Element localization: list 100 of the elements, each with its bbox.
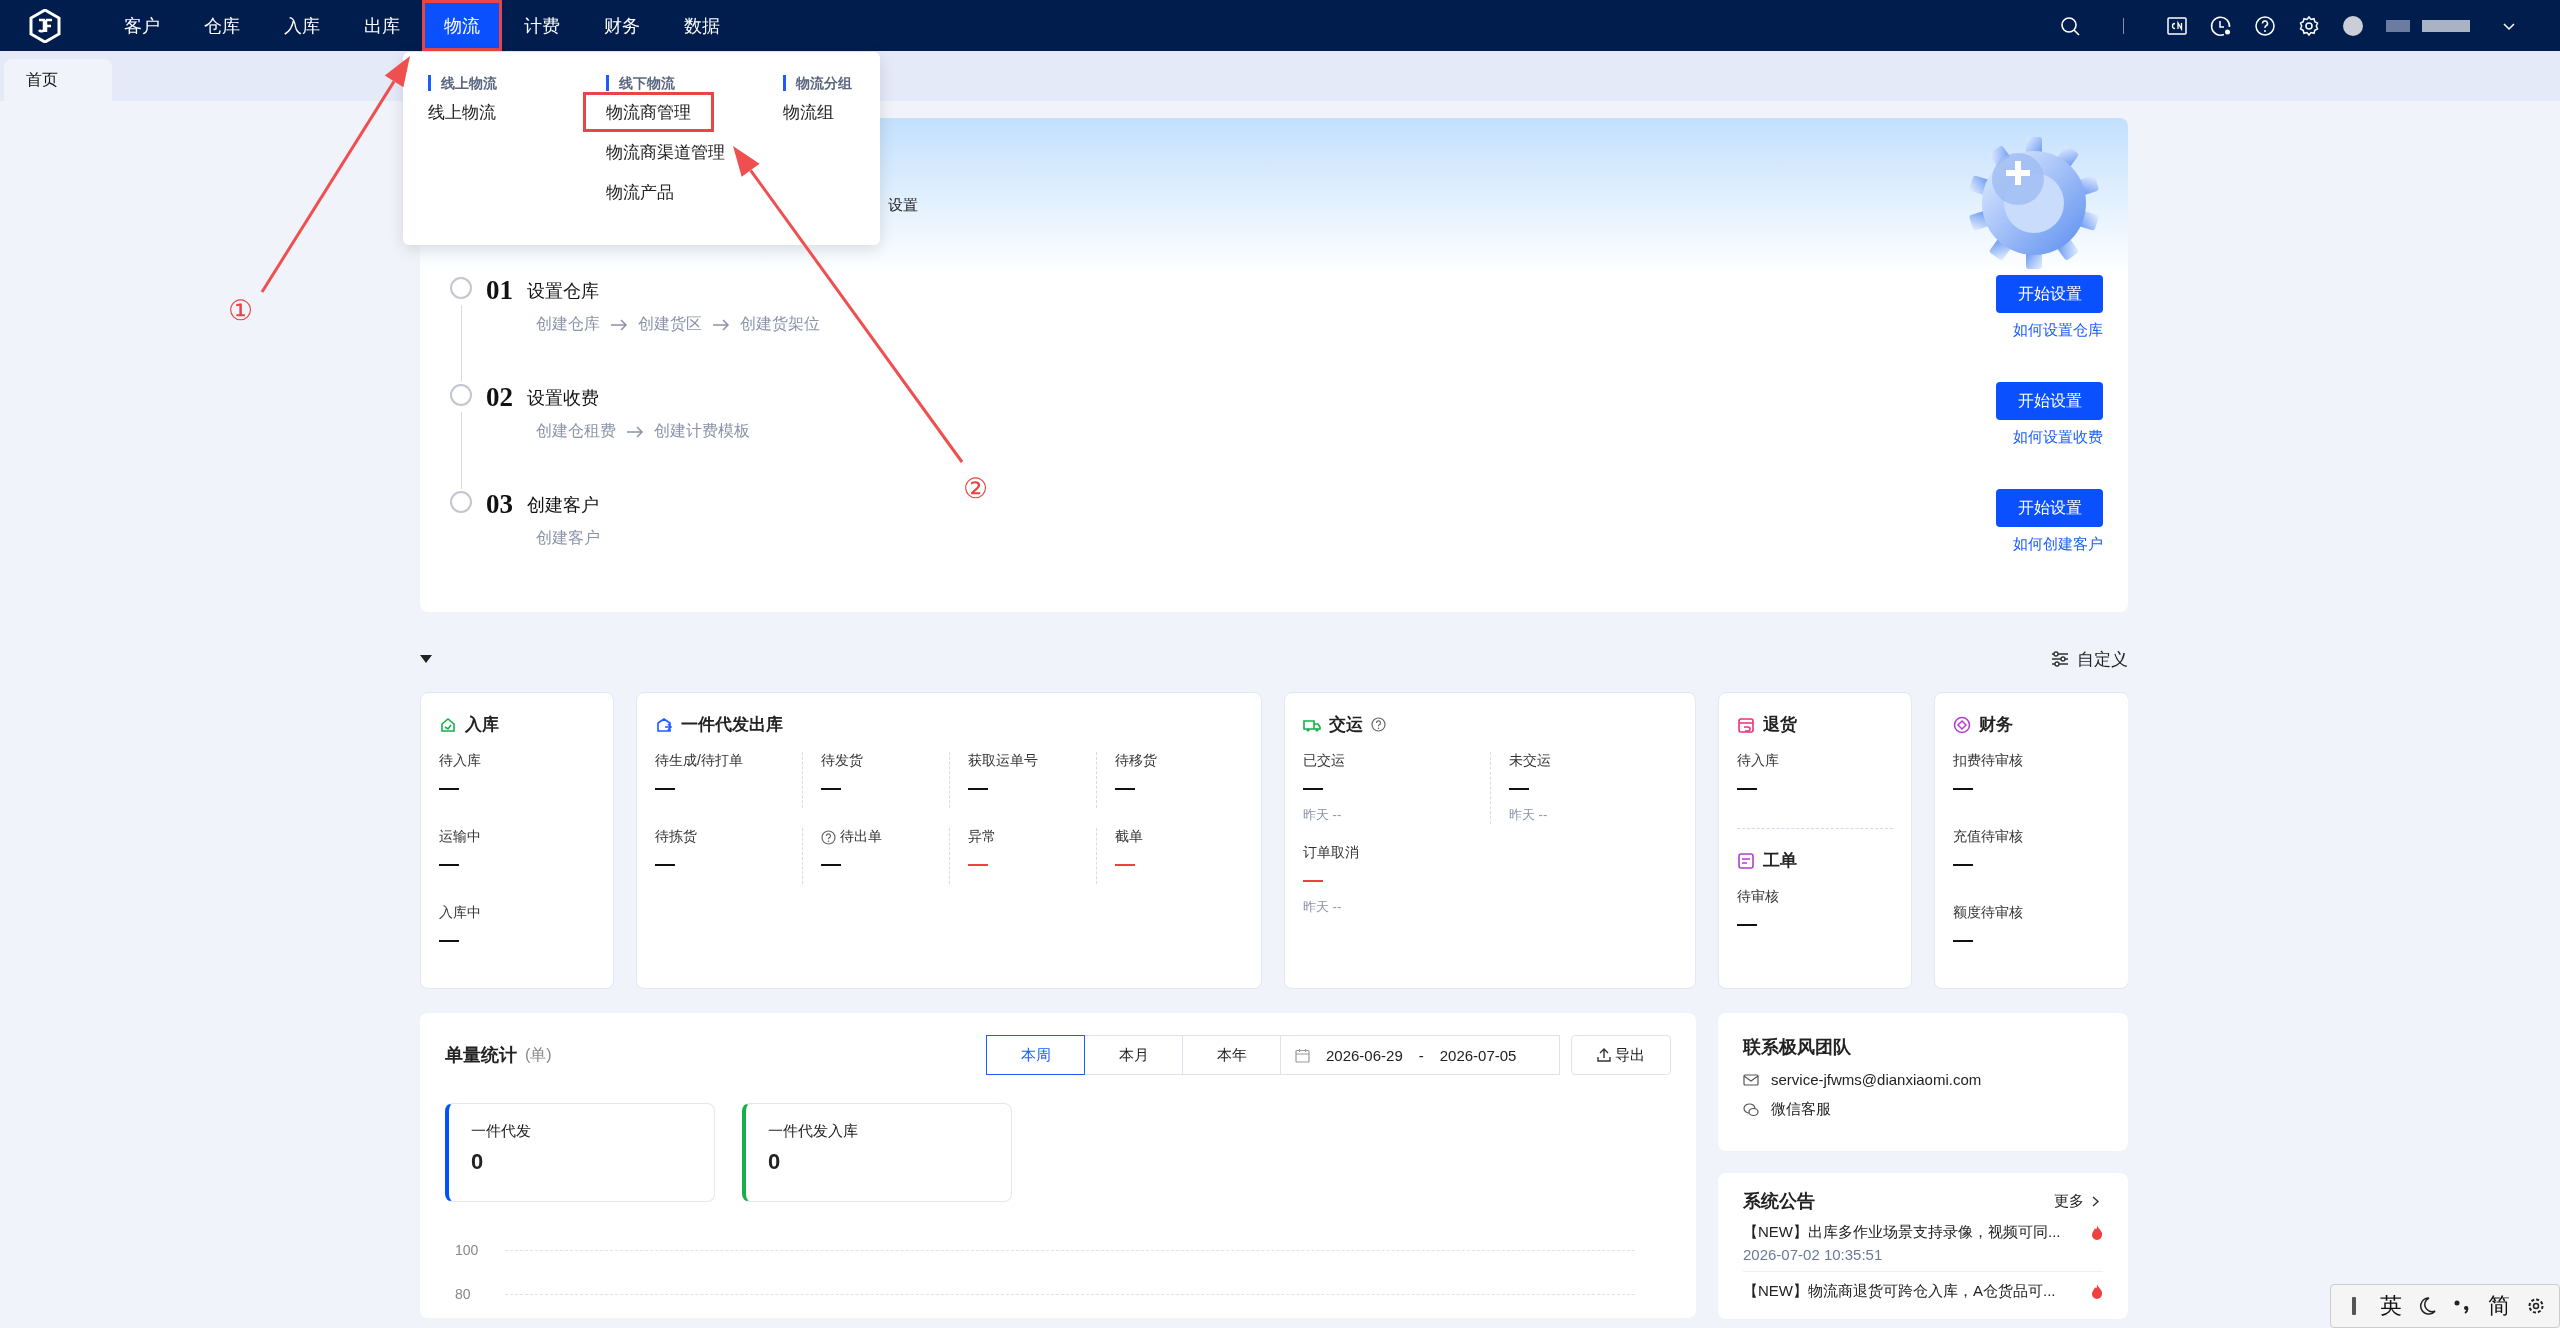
metric-note: 昨天 -- bbox=[1509, 807, 1548, 822]
metric-label: 待出单 bbox=[840, 828, 882, 846]
box-arrow-icon bbox=[655, 715, 673, 734]
help-link[interactable]: 如何创建客户 bbox=[2013, 535, 2103, 554]
metric-note: 昨天 -- bbox=[1303, 807, 1342, 822]
metric-value[interactable]: — bbox=[1303, 868, 1323, 890]
metric-value[interactable]: — bbox=[1953, 928, 1973, 950]
notice-link[interactable]: 【NEW】出库多作业场景支持录像，视频可同... bbox=[1743, 1223, 2061, 1242]
metric-value[interactable]: — bbox=[439, 928, 459, 950]
ime-script-button[interactable]: 简 bbox=[2487, 1291, 2510, 1321]
customize-button[interactable]: 自定义 bbox=[2051, 647, 2128, 671]
tile-label: 一件代发 bbox=[471, 1122, 531, 1139]
metric-value[interactable]: — bbox=[1953, 852, 1973, 874]
help-link[interactable]: 如何设置收费 bbox=[2013, 428, 2103, 447]
more-link[interactable]: 更多 bbox=[2054, 1191, 2103, 1211]
card-title: 交运 bbox=[1329, 714, 1363, 736]
start-setup-button[interactable]: 开始设置 bbox=[1996, 275, 2103, 313]
metric-value[interactable]: — bbox=[1509, 776, 1529, 798]
moon-icon[interactable] bbox=[2418, 1295, 2437, 1317]
metric-label: 待拣货 bbox=[655, 828, 697, 846]
metric-label: 待发货 bbox=[821, 752, 863, 770]
card-title: 入库 bbox=[465, 714, 499, 736]
nav-tab[interactable]: 客户 bbox=[102, 0, 182, 51]
period-tab[interactable]: 本年 bbox=[1182, 1035, 1281, 1075]
search-icon[interactable] bbox=[2059, 14, 2081, 37]
menu-item[interactable]: 物流产品 bbox=[582, 172, 697, 212]
step-number: 03 bbox=[486, 489, 513, 520]
export-button[interactable]: 导出 bbox=[1571, 1035, 1671, 1075]
card-title: 一件代发出库 bbox=[681, 714, 783, 736]
card-title: 系统公告 bbox=[1743, 1190, 1815, 1213]
clock-icon[interactable] bbox=[2210, 14, 2232, 37]
metric-value[interactable]: — bbox=[1115, 776, 1135, 798]
metric-value[interactable]: — bbox=[1303, 776, 1323, 798]
wechat-support-link[interactable]: 微信客服 bbox=[1771, 1100, 1831, 1119]
period-tab[interactable]: 本月 bbox=[1084, 1035, 1183, 1075]
notice-link[interactable]: 【NEW】物流商退货可跨仓入库，A仓货品可... bbox=[1743, 1282, 2056, 1301]
nav-tab[interactable]: 计费 bbox=[502, 0, 582, 51]
metric-value[interactable]: — bbox=[1737, 912, 1757, 934]
metric-label: 异常 bbox=[968, 828, 996, 846]
metric-label: 充值待审核 bbox=[1953, 828, 2023, 846]
metric-label: 待审核 bbox=[1737, 888, 1779, 906]
metric-label: 待移货 bbox=[1115, 752, 1157, 770]
menu-item[interactable]: 线上物流 bbox=[405, 92, 519, 132]
metric-label: 额度待审核 bbox=[1953, 904, 2023, 922]
metric-value[interactable]: — bbox=[655, 776, 675, 798]
period-tab[interactable]: 本周 bbox=[986, 1035, 1085, 1075]
metric-label: 待入库 bbox=[439, 752, 481, 770]
metric-value[interactable]: — bbox=[968, 776, 988, 798]
metric-value[interactable]: — bbox=[1115, 852, 1135, 874]
start-setup-button[interactable]: 开始设置 bbox=[1996, 489, 2103, 527]
metric-value[interactable]: — bbox=[655, 852, 675, 874]
date-range-field[interactable]: 2026-06-29 - 2026-07-05 bbox=[1281, 1035, 1560, 1075]
ime-mode-button[interactable]: 英 bbox=[2380, 1291, 2402, 1321]
tile-value: 0 bbox=[471, 1149, 484, 1174]
nav-tab[interactable]: 物流 bbox=[422, 0, 502, 51]
unit-label: (单) bbox=[525, 1044, 552, 1065]
metric-value[interactable]: — bbox=[1737, 776, 1757, 798]
card-title: 设置 bbox=[888, 196, 918, 215]
tile-value: 0 bbox=[768, 1149, 781, 1174]
axis-label: 80 bbox=[455, 1286, 472, 1302]
metric-value[interactable]: — bbox=[439, 776, 459, 798]
settings-icon[interactable] bbox=[2298, 14, 2320, 37]
metric-value[interactable]: — bbox=[439, 852, 459, 874]
logo-icon[interactable] bbox=[28, 8, 62, 43]
menu-item[interactable]: 物流组 bbox=[760, 92, 858, 132]
metric-label: 扣费待审核 bbox=[1953, 752, 2023, 770]
caret-down-icon[interactable] bbox=[420, 655, 432, 663]
nav-tab[interactable]: 数据 bbox=[662, 0, 742, 51]
card-title: 财务 bbox=[1979, 714, 2013, 736]
help-link[interactable]: 如何设置仓库 bbox=[2013, 321, 2103, 340]
nav-tab[interactable]: 出库 bbox=[342, 0, 422, 51]
metric-value[interactable]: — bbox=[821, 852, 841, 874]
menu-item[interactable]: 物流商管理 bbox=[582, 92, 714, 132]
metric-label: 已交运 bbox=[1303, 752, 1345, 770]
tile-label: 一件代发入库 bbox=[768, 1122, 858, 1139]
upload-icon bbox=[1597, 1048, 1611, 1062]
card-title: 退货 bbox=[1763, 714, 1797, 736]
step-title: 设置收费 bbox=[527, 386, 599, 410]
language-icon[interactable] bbox=[2166, 14, 2188, 37]
metric-value[interactable]: — bbox=[821, 776, 841, 798]
arrow-right-icon bbox=[610, 318, 628, 331]
metric-label: 运输中 bbox=[439, 828, 481, 846]
mail-icon bbox=[1743, 1071, 1759, 1088]
nav-tab[interactable]: 仓库 bbox=[182, 0, 262, 51]
menu-group-heading: 物流分组 bbox=[783, 75, 853, 91]
metric-value[interactable]: — bbox=[968, 852, 988, 874]
metric-value[interactable]: — bbox=[1953, 776, 1973, 798]
step-title: 创建客户 bbox=[527, 493, 599, 517]
metric-label: 截单 bbox=[1115, 828, 1143, 846]
page-tab[interactable]: 首页 bbox=[4, 59, 112, 101]
arrow-right-icon bbox=[712, 318, 730, 331]
menu-item[interactable]: 物流商渠道管理 bbox=[582, 132, 748, 172]
nav-tab[interactable]: 入库 bbox=[262, 0, 342, 51]
metric-note: 昨天 -- bbox=[1303, 899, 1342, 914]
avatar-icon[interactable] bbox=[2342, 14, 2364, 37]
diamond-coin-icon bbox=[1953, 715, 1971, 734]
annotation-number: ① bbox=[228, 294, 253, 327]
metric-label: 订单取消 bbox=[1303, 844, 1359, 862]
start-setup-button[interactable]: 开始设置 bbox=[1996, 382, 2103, 420]
nav-tab[interactable]: 财务 bbox=[582, 0, 662, 51]
